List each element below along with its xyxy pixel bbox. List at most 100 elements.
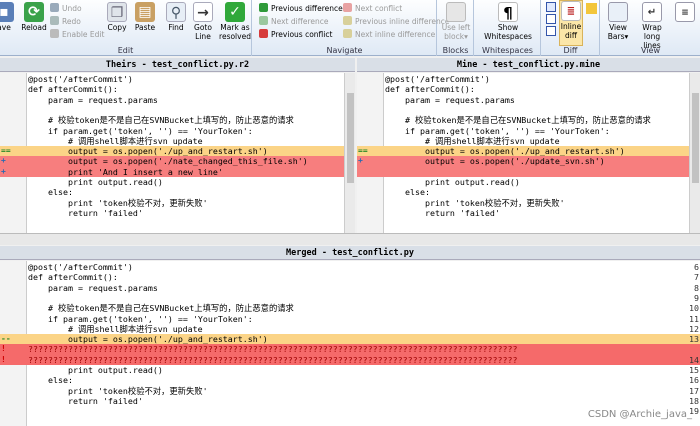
- change-marker-icon: ==: [358, 146, 368, 156]
- code-line[interactable]: 16 else:: [0, 187, 355, 197]
- diff-option-icon[interactable]: [546, 26, 556, 36]
- enable-edit-button[interactable]: Enable Edit: [50, 29, 104, 40]
- mark-resolved-button[interactable]: ✓ Mark as resolved: [218, 2, 252, 41]
- code-line[interactable]: 9: [0, 105, 355, 115]
- code-line[interactable]: -- 13 output = os.popen('./up_and_restart…: [0, 334, 700, 345]
- undo-button[interactable]: Undo: [50, 3, 82, 14]
- next-difference-button[interactable]: Next difference: [259, 16, 329, 27]
- redo-button[interactable]: Redo: [50, 16, 81, 27]
- pilcrow-icon: ¶: [498, 2, 518, 22]
- code-text: print 'token校验不对，更新失败': [385, 197, 565, 208]
- code-line[interactable]: 7def afterCommit():: [0, 272, 700, 282]
- code-line[interactable]: 10 # 校验token是不是自己在SVNBucket上填写的，防止恶意的请求: [357, 115, 700, 125]
- scroll-thumb[interactable]: [347, 93, 354, 183]
- code-line[interactable]: + output = os.popen('./nate_changed_this…: [0, 156, 355, 167]
- paste-button[interactable]: ▤ Paste: [132, 2, 158, 32]
- merged-pane[interactable]: 6 @post('/afterCommit') 7 def afterCommit()…: [0, 261, 700, 426]
- code-line[interactable]: 6@post('/afterCommit'): [0, 262, 700, 272]
- code-text: def afterCommit():: [28, 84, 118, 95]
- code-line[interactable]: 10 # 校验token是不是自己在SVNBucket上填写的，防止恶意的请求: [0, 115, 355, 125]
- arrow-up-icon: [343, 16, 352, 25]
- code-line[interactable]: 11 if param.get('token', '') == 'YourTok…: [357, 126, 700, 136]
- code-text: print output.read(): [28, 177, 163, 187]
- code-line[interactable]: 16 print 'token校验不对，更新失败': [357, 198, 700, 208]
- code-line[interactable]: 15 print output.read(): [0, 365, 700, 375]
- ribbon-toolbar: ▪ ave ⟳ Reload Undo Redo Enable Edit ❐ C…: [0, 0, 700, 56]
- change-marker-icon: --: [1, 334, 11, 344]
- code-line[interactable]: 18: [357, 218, 700, 228]
- arrow-down-icon: [259, 16, 268, 25]
- code-text: def afterCommit():: [385, 84, 475, 95]
- redo-icon: [50, 16, 59, 25]
- code-line[interactable]: 6@post('/afterCommit'): [0, 74, 355, 84]
- code-line[interactable]: [357, 166, 700, 177]
- code-text: if param.get('token', '') == 'YourToken'…: [28, 313, 253, 324]
- code-text: # 调用shell脚本进行svn update: [385, 135, 560, 146]
- diff-option-icon[interactable]: [546, 14, 556, 24]
- code-text: # 校验token是不是自己在SVNBucket上填写的，防止恶意的请求: [385, 115, 651, 126]
- code-text: print 'token校验不对，更新失败': [28, 197, 208, 208]
- code-line[interactable]: +13 output = os.popen('./update_svn.sh'): [357, 156, 700, 167]
- wrap-long-lines-button[interactable]: ↵ Wrap long lines: [635, 2, 669, 50]
- code-line[interactable]: 11 if param.get('token', '') == 'YourTok…: [0, 314, 700, 324]
- wrap-icon: ↵: [642, 2, 662, 22]
- code-line[interactable]: 9: [357, 105, 700, 115]
- code-line[interactable]: !???????????????????????????????????????…: [0, 344, 700, 355]
- horizontal-scrollbar[interactable]: [0, 233, 700, 245]
- next-inline-difference-button[interactable]: Next inline difference: [343, 29, 435, 40]
- code-line[interactable]: 7def afterCommit():: [0, 84, 355, 94]
- code-text: @post('/afterCommit'): [385, 74, 490, 84]
- line-number: 9: [694, 292, 699, 303]
- inline-diff-button[interactable]: ≣ Inline diff: [559, 0, 583, 46]
- code-line[interactable]: 18 return 'failed': [0, 208, 355, 218]
- code-line[interactable]: 8 param = request.params: [0, 95, 355, 105]
- code-line[interactable]: 10 # 校验token是不是自己在SVNBucket上填写的，防止恶意的请求: [0, 303, 700, 313]
- code-line[interactable]: 16 else:: [0, 375, 700, 385]
- code-line[interactable]: 15 else:: [357, 187, 700, 197]
- code-line[interactable]: 17 print 'token校验不对，更新失败': [0, 198, 355, 208]
- diff-option-icon[interactable]: [546, 2, 556, 12]
- previous-inline-difference-button[interactable]: Previous inline difference: [343, 16, 450, 27]
- use-left-block-button[interactable]: Use left block▾: [441, 2, 471, 41]
- code-line[interactable]: 17 print 'token校验不对，更新失败': [0, 386, 700, 396]
- theirs-pane[interactable]: 6@post('/afterCommit')7def afterCommit()…: [0, 73, 355, 233]
- code-line[interactable]: ==13 output = os.popen('./up_and_restart…: [0, 146, 355, 157]
- code-line[interactable]: 12 # 调用shell脚本进行svn update: [0, 136, 355, 146]
- code-line[interactable]: 18 return 'failed': [0, 396, 700, 406]
- scroll-thumb[interactable]: [692, 93, 699, 183]
- code-line[interactable]: 11 if param.get('token', '') == 'YourTok…: [0, 126, 355, 136]
- code-line[interactable]: ! 14?????????????????????????????????????…: [0, 354, 700, 365]
- reload-button[interactable]: ⟳ Reload: [19, 2, 49, 32]
- code-text: output = os.popen('./up_and_restart.sh'): [28, 146, 268, 157]
- view-bars-button[interactable]: View Bars▾: [603, 2, 633, 41]
- vertical-scrollbar[interactable]: [689, 73, 700, 233]
- code-line[interactable]: +14 print 'And I insert a new line': [0, 166, 355, 177]
- show-whitespaces-button[interactable]: ¶ Show Whitespaces: [481, 2, 535, 41]
- code-line[interactable]: 8 param = request.params: [357, 95, 700, 105]
- code-line[interactable]: == output = os.popen('./up_and_restart.s…: [357, 146, 700, 157]
- code-line[interactable]: 12 # 调用shell脚本进行svn update: [0, 324, 700, 334]
- previous-difference-button[interactable]: Previous difference: [259, 3, 343, 14]
- previous-conflict-button[interactable]: Previous conflict: [259, 29, 332, 40]
- view-option-button[interactable]: ≡: [673, 2, 697, 23]
- code-line[interactable]: 19: [0, 218, 355, 228]
- find-button[interactable]: ⚲ Find: [165, 2, 187, 32]
- highlight-icon[interactable]: [586, 3, 597, 14]
- code-text: output = os.popen('./up_and_restart.sh'): [385, 146, 625, 157]
- copy-button[interactable]: ❐ Copy: [106, 2, 128, 32]
- code-text: # 调用shell脚本进行svn update: [28, 323, 203, 334]
- code-line[interactable]: 12 # 调用shell脚本进行svn update: [357, 136, 700, 146]
- goto-line-button[interactable]: → Goto Line: [191, 2, 215, 41]
- code-line[interactable]: 15 print output.read(): [0, 177, 355, 187]
- save-button[interactable]: ▪ ave: [0, 2, 14, 32]
- code-line[interactable]: 9: [0, 293, 700, 303]
- code-line[interactable]: 14 print output.read(): [357, 177, 700, 187]
- code-line[interactable]: 7def afterCommit():: [357, 84, 700, 94]
- code-line[interactable]: 17 return 'failed': [357, 208, 700, 218]
- undo-icon: [50, 3, 59, 12]
- mine-pane[interactable]: 6@post('/afterCommit')7def afterCommit()…: [357, 73, 700, 233]
- vertical-scrollbar[interactable]: [344, 73, 355, 233]
- code-line[interactable]: 8 param = request.params: [0, 283, 700, 293]
- next-conflict-button[interactable]: Next conflict: [343, 3, 402, 14]
- code-line[interactable]: 6@post('/afterCommit'): [357, 74, 700, 84]
